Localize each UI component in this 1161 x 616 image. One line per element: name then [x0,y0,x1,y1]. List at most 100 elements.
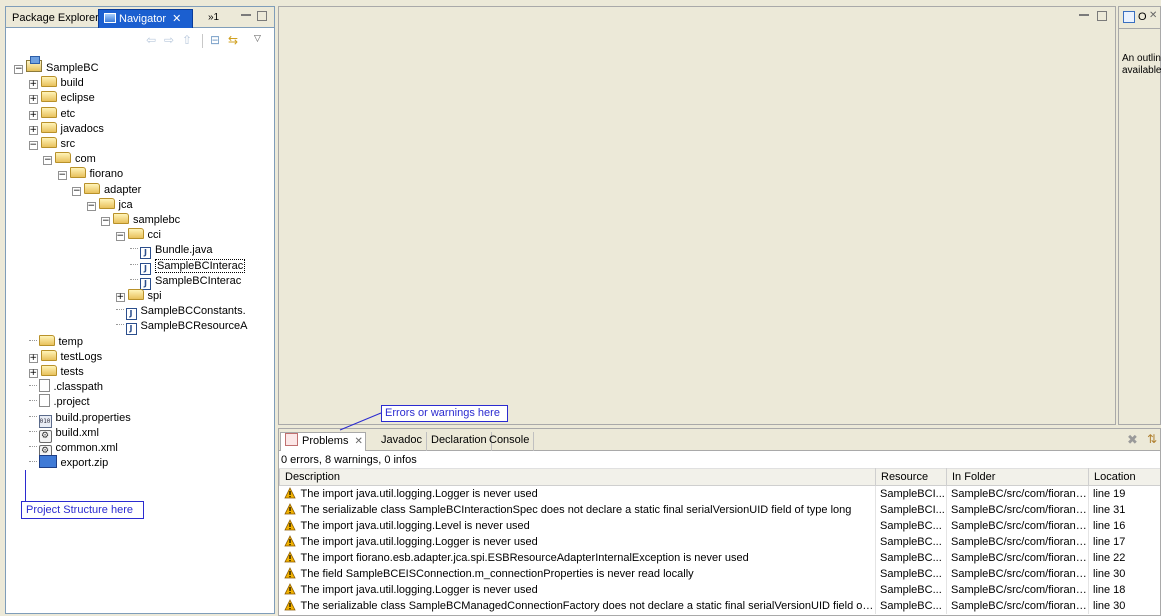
tree-item[interactable]: J SampleBCConstants. [115,303,246,321]
collapse-icon[interactable]: − [28,141,38,150]
tree-item[interactable]: 010 build.properties [28,410,131,428]
collapse-icon[interactable]: − [57,171,67,181]
expand-icon[interactable]: + [28,80,38,90]
close-tab-icon[interactable]: ✕ [172,13,181,25]
tree-item[interactable]: − SampleBC [14,56,99,76]
column-header-description[interactable]: Description [279,468,876,486]
tab-navigator[interactable]: Navigator ✕ [98,9,193,28]
expand-icon[interactable]: + [115,293,125,302]
collapse-icon[interactable]: − [86,201,96,211]
up-folder-icon[interactable]: ⇧ [182,33,192,47]
tree-item[interactable]: − samplebc [101,212,180,228]
problem-row[interactable]: The import java.util.logging.Logger is n… [279,581,1160,598]
tab-declaration[interactable]: Declaration [427,432,492,451]
problem-row[interactable]: The field SampleBCEISConnection.m_connec… [279,565,1160,582]
tree-item[interactable]: + javadocs [28,121,104,137]
tree-item[interactable]: .project [28,394,90,410]
back-arrow-icon[interactable]: ⇦ [146,33,156,47]
tree-connector [28,461,37,463]
problem-row[interactable]: The import java.util.logging.Level is ne… [279,517,1160,534]
tree-item[interactable]: export.zip [28,455,108,471]
collapse-all-icon[interactable]: ⊟ [210,33,220,47]
editor-maximize-icon[interactable] [1097,11,1107,21]
tree-item[interactable]: + spi [115,288,162,304]
navigator-icon [104,13,116,23]
problem-location-cell: line 19 [1088,485,1160,502]
tree-item[interactable]: temp [28,334,83,350]
close-problems-icon[interactable]: ✕ [354,436,362,447]
problem-resource-cell: SampleBCI... [875,485,947,502]
tab-console[interactable]: Console [485,432,535,451]
tree-item[interactable]: + testLogs [28,349,102,365]
zip-file-icon [38,455,57,469]
tab-problems[interactable]: Problems ✕ [280,432,366,451]
maximize-icon[interactable] [257,11,267,21]
filter-icon[interactable]: ⇅ [1147,432,1157,446]
tree-connector [130,248,138,250]
problem-row[interactable]: The serializable class SampleBCManagedCo… [279,597,1160,614]
expand-icon[interactable]: + [28,95,38,105]
tree-item[interactable]: + eclipse [28,90,95,106]
tab-package-explorer[interactable]: Package Explorer [7,9,104,28]
expand-icon[interactable]: + [28,125,38,135]
collapse-icon[interactable]: − [115,232,125,242]
project-structure-callout: Project Structure here [21,501,144,519]
tree-item[interactable]: J SampleBCInterac [130,273,241,290]
tree-item[interactable]: J Bundle.java [130,242,213,260]
problem-location-cell: line 30 [1088,565,1160,582]
link-with-editor-icon[interactable]: ⇆ [228,33,238,47]
expand-icon[interactable]: + [28,369,38,378]
editor-area[interactable] [278,6,1116,425]
problem-location-text: line 19 [1093,487,1126,500]
tree-item[interactable]: − cci [115,227,161,243]
collapse-icon[interactable]: − [43,156,52,166]
tree-item[interactable]: J SampleBCResourceA [115,318,248,336]
problem-row[interactable]: The import fiorano.esb.adapter.jca.spi.E… [279,549,1160,566]
tree-item[interactable]: ⚙ common.xml [28,440,118,458]
problem-row[interactable]: The import java.util.logging.Logger is n… [279,533,1160,550]
folder-icon [84,182,100,194]
view-menu-icon[interactable]: ▽ [254,33,261,44]
expand-icon[interactable]: + [28,353,38,363]
tree-item-label: SampleBC [46,62,99,74]
forward-arrow-icon[interactable]: ⇨ [164,33,174,47]
column-header-folder[interactable]: In Folder [946,468,1089,486]
problem-folder-text: SampleBC/src/com/fiorano... [951,535,1089,548]
tree-item[interactable]: J SampleBCInterac [130,258,246,275]
minimize-icon[interactable] [241,14,251,16]
warning-icon [283,583,296,595]
tree-item[interactable]: .classpath [28,379,103,395]
close-outline-icon[interactable]: ✕ [1149,10,1157,21]
tree-item[interactable]: − adapter [72,182,141,198]
column-header-location[interactable]: Location [1088,468,1160,486]
problem-description-text: The import java.util.logging.Logger is n… [300,488,538,501]
column-header-resource[interactable]: Resource [875,468,947,486]
more-tabs-button[interactable]: »1 [203,9,224,28]
collapse-icon[interactable]: − [14,65,23,74]
tree-item[interactable]: − jca [86,197,133,213]
editor-minimize-icon[interactable] [1079,14,1089,16]
tree-item[interactable]: − src [28,136,75,152]
collapse-icon[interactable]: − [101,217,110,226]
navigator-tree: − SampleBC + build + eclipse + etc + javadocs − src… [6,54,274,474]
tree-item-label: SampleBCConstants. [140,305,246,318]
folder-icon [40,349,57,361]
problem-row[interactable]: The serializable class SampleBCInteracti… [279,501,1160,518]
tree-item[interactable]: + build [28,75,84,91]
folder-icon [98,197,115,209]
editor-header [279,7,1115,29]
tab-outline[interactable]: O [1138,11,1147,23]
expand-icon[interactable]: + [28,110,38,120]
tree-item[interactable]: − com [43,151,96,167]
collapse-icon[interactable]: − [72,186,81,196]
tree-item-label: .project [53,396,90,409]
tree-item[interactable]: − fiorano [57,166,123,182]
callout-pointer-line [25,470,33,502]
tab-javadoc[interactable]: Javadoc [377,432,427,451]
problems-table: Description Resource In Folder Location … [279,468,1160,614]
tree-item[interactable]: ⚙ build.xml [28,425,99,443]
tree-item[interactable]: + etc [28,106,75,122]
tree-item[interactable]: + tests [28,364,84,380]
problem-row[interactable]: The import java.util.logging.Logger is n… [279,485,1160,502]
clear-icon[interactable]: ✖ [1127,432,1138,448]
